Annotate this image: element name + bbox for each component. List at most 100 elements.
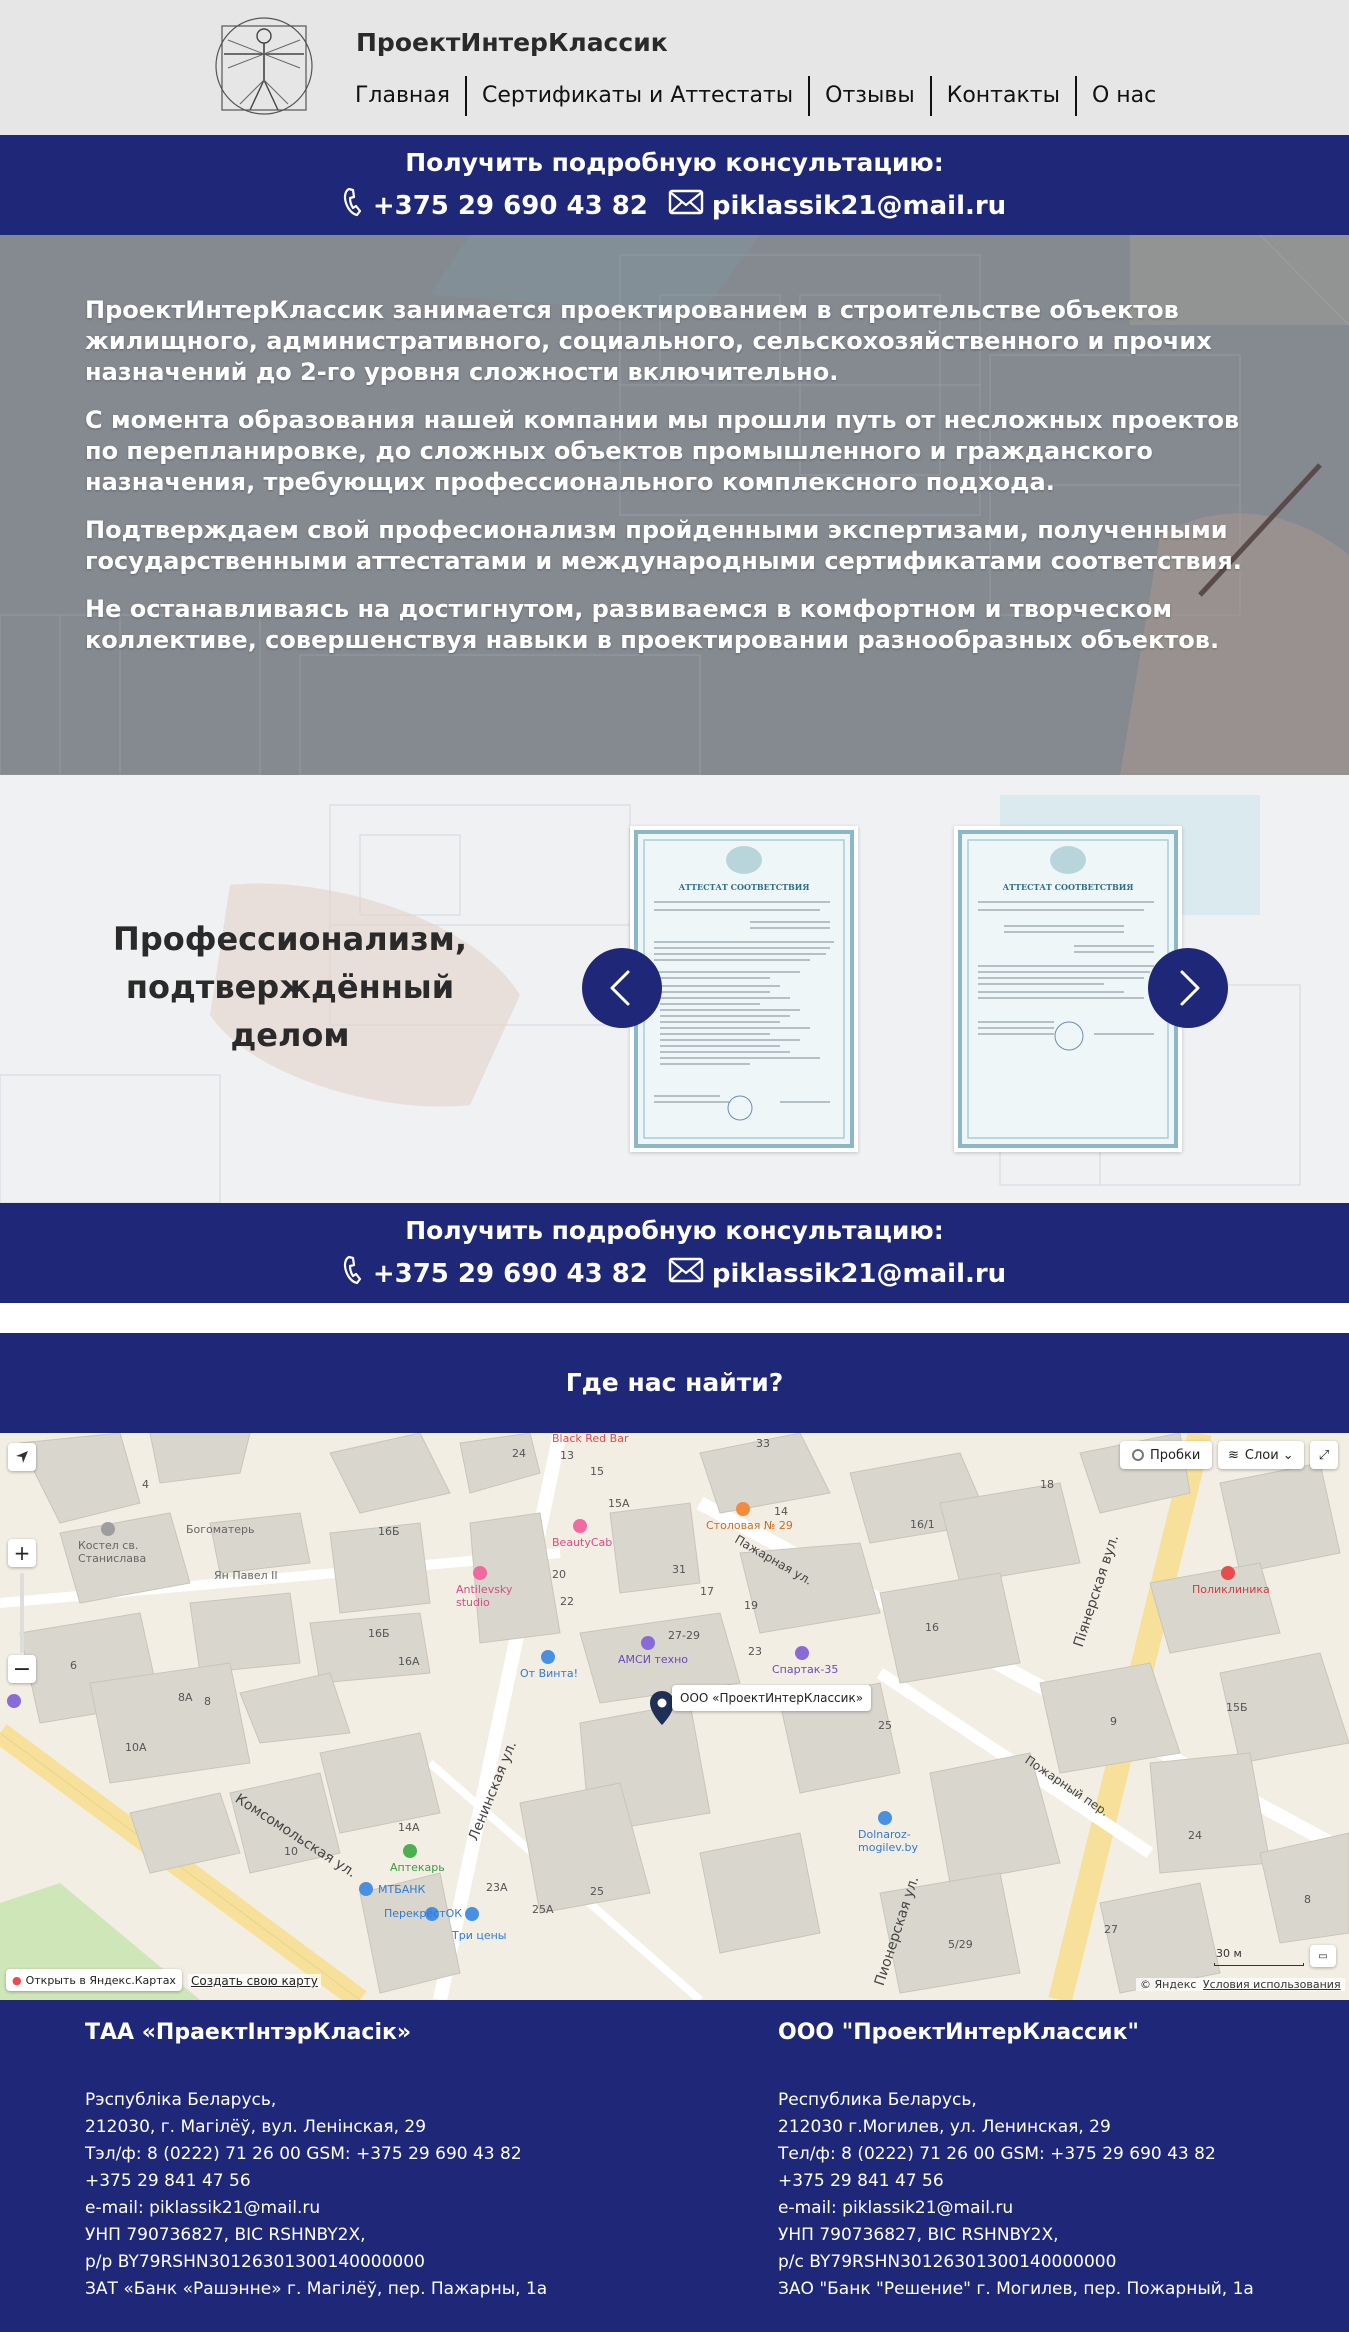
phone-icon (343, 187, 365, 224)
geolocation-button[interactable] (8, 1443, 36, 1471)
terms-link[interactable]: Условия использования (1203, 1978, 1341, 1991)
poi-label[interactable]: Столовая № 29 (706, 1519, 793, 1532)
chevron-down-icon: ⌄ (1282, 1447, 1294, 1463)
certificate-image[interactable]: АТТЕСТАТ СООТВЕТСТВИЯ (630, 826, 858, 1152)
svg-text:АТТЕСТАТ СООТВЕТСТВИЯ: АТТЕСТАТ СООТВЕТСТВИЯ (1003, 882, 1134, 892)
svg-text:АТТЕСТАТ СООТВЕТСТВИЯ: АТТЕСТАТ СООТВЕТСТВИЯ (679, 882, 810, 892)
envelope-icon (668, 189, 704, 222)
house-number: 8 (1304, 1893, 1311, 1906)
poi-label[interactable]: Спартак-35 (772, 1663, 838, 1676)
email-link[interactable]: piklassik21@mail.ru (668, 189, 1006, 222)
house-number: 25А (532, 1903, 554, 1916)
about-paragraph: Подтверждаем свой професионализм пройден… (85, 516, 1242, 575)
traffic-icon (1132, 1449, 1144, 1461)
footer-email[interactable]: e-mail: piklassik21@mail.ru (778, 2195, 1338, 2222)
layers-icon: ≋ (1228, 1447, 1239, 1463)
poi-label[interactable]: Ян Павел II (214, 1569, 278, 1582)
about-text: ПроектИнтерКлассик занимается проектиров… (85, 295, 1275, 673)
poi-label[interactable]: Black Red Bar (552, 1433, 628, 1445)
copyright-text: © Яндекс (1140, 1978, 1197, 1991)
nav-about[interactable]: О нас (1074, 76, 1171, 116)
house-number: 18 (1040, 1478, 1054, 1491)
minus-icon: − (12, 1656, 32, 1682)
about-hero: ПроектИнтерКлассик занимается проектиров… (0, 235, 1349, 775)
poi-label[interactable]: BeautyCab (552, 1536, 612, 1549)
carousel-prev-button[interactable] (582, 948, 662, 1028)
poi-label[interactable]: От Винта! (520, 1667, 578, 1680)
poi-label[interactable]: Костел св. Станислава (78, 1539, 148, 1565)
footer-line: УНП 790736827, BIC RSHNBY2X, (85, 2225, 366, 2245)
poi-label[interactable]: Богоматерь (186, 1523, 254, 1536)
footer-line: ЗАО "Банк "Решение" г. Могилев, пер. Пож… (778, 2279, 1254, 2299)
nav-certificates[interactable]: Сертификаты и Аттестаты (465, 76, 808, 116)
about-paragraph: ПроектИнтерКлассик занимается проектиров… (85, 296, 1212, 386)
house-number: 5/29 (948, 1938, 973, 1951)
house-number: 13 (560, 1449, 574, 1462)
certificates-section: Профессионализм, подтверждённый делом АТ… (0, 775, 1349, 1203)
zoom-out-button[interactable]: − (8, 1655, 36, 1683)
plus-icon: + (13, 1541, 31, 1565)
zoom-in-button[interactable]: + (8, 1539, 36, 1567)
envelope-icon (668, 1257, 704, 1290)
poi-label[interactable]: ПерекрёстОК (384, 1907, 462, 1920)
certificates-title: Профессионализм, подтверждённый делом (113, 920, 467, 1054)
ruler-button[interactable]: ▭ (1310, 1945, 1336, 1967)
poi-label[interactable]: МТБАНК (378, 1883, 425, 1896)
house-number: 20 (552, 1568, 566, 1581)
email-link[interactable]: piklassik21@mail.ru (668, 1257, 1006, 1290)
house-number: 15Б (1226, 1701, 1248, 1714)
carousel-next-button[interactable] (1148, 948, 1228, 1028)
fullscreen-button[interactable]: ⤢ (1310, 1441, 1338, 1469)
phone-link[interactable]: +375 29 690 43 82 (343, 1255, 648, 1292)
house-number: 25 (590, 1885, 604, 1898)
vitruvian-logo-icon[interactable] (210, 12, 318, 120)
office-marker-label[interactable]: ООО «ПроектИнтерКлассик» (672, 1685, 872, 1711)
house-number: 31 (672, 1563, 686, 1576)
consult-bar-bottom: Получить подробную консультацию: +375 29… (0, 1203, 1349, 1303)
footer-company-ru: ООО "ПроектИнтерКлассик" Республика Бела… (778, 2020, 1338, 2303)
footer-line: +375 29 841 47 56 (85, 2171, 251, 2191)
email-address: piklassik21@mail.ru (711, 190, 1007, 221)
footer-line: +375 29 841 47 56 (778, 2171, 944, 2191)
nav-reviews[interactable]: Отзывы (808, 76, 930, 116)
house-number: 16Б (378, 1525, 400, 1538)
chevron-right-icon (1180, 970, 1200, 1006)
footer-line: Тэл/ф: 8 (0222) 71 26 00 GSM: +375 29 69… (85, 2144, 522, 2164)
footer-line: Республика Беларусь, (778, 2090, 977, 2110)
phone-link[interactable]: +375 29 690 43 82 (343, 187, 648, 224)
scale-label: 30 м (1216, 1947, 1242, 1960)
site-header: ПроектИнтерКлассик Главная Сертификаты и… (0, 0, 1349, 135)
traffic-button[interactable]: Пробки (1120, 1441, 1213, 1469)
zoom-slider-track[interactable] (20, 1573, 24, 1653)
open-in-yandex-link[interactable]: ● Открыть в Яндекс.Картах (6, 1969, 182, 1991)
nav-home[interactable]: Главная (340, 76, 465, 116)
footer-company-name: ООО "ПроектИнтерКлассик" (778, 2020, 1139, 2045)
brand-name[interactable]: ПроектИнтерКлассик (356, 28, 668, 57)
traffic-label: Пробки (1150, 1447, 1201, 1463)
house-number: 10 (284, 1845, 298, 1858)
about-paragraph: С момента образования нашей компании мы … (85, 406, 1240, 496)
layers-button[interactable]: ≋ Слои ⌄ (1218, 1441, 1304, 1469)
footer-line: р/с BY79RSHN30126301300140000000 (778, 2252, 1117, 2272)
phone-number: +375 29 690 43 82 (372, 190, 648, 221)
house-number: 16Б (368, 1627, 390, 1640)
poi-label[interactable]: Antilevsky studio (456, 1583, 516, 1609)
footer-email[interactable]: e-mail: piklassik21@mail.ru (85, 2195, 645, 2222)
nav-contacts[interactable]: Контакты (929, 76, 1075, 116)
house-number: 15 (590, 1465, 604, 1478)
main-nav: Главная Сертификаты и Аттестаты Отзывы К… (340, 76, 1171, 116)
poi-label[interactable]: Поликлиника (1192, 1583, 1270, 1596)
yandex-map[interactable]: Комсомольская ул. Ленинская ул. Пионерск… (0, 1433, 1349, 2000)
map-canvas[interactable] (0, 1433, 1349, 2000)
house-number: 14 (774, 1505, 788, 1518)
poi-label[interactable]: Dolnaroz-mogilev.by (858, 1828, 918, 1854)
poi-label[interactable]: АМСИ техно (618, 1653, 688, 1666)
create-map-link[interactable]: Создать свою карту (188, 1974, 321, 1988)
house-number: 17 (700, 1585, 714, 1598)
poi-label[interactable]: Три цены (452, 1929, 506, 1942)
house-number: 19 (744, 1599, 758, 1612)
poi-label[interactable]: Аптекарь (390, 1861, 445, 1874)
layers-label: Слои (1244, 1447, 1279, 1463)
house-number: 15А (608, 1497, 630, 1510)
house-number: 24 (512, 1447, 526, 1460)
